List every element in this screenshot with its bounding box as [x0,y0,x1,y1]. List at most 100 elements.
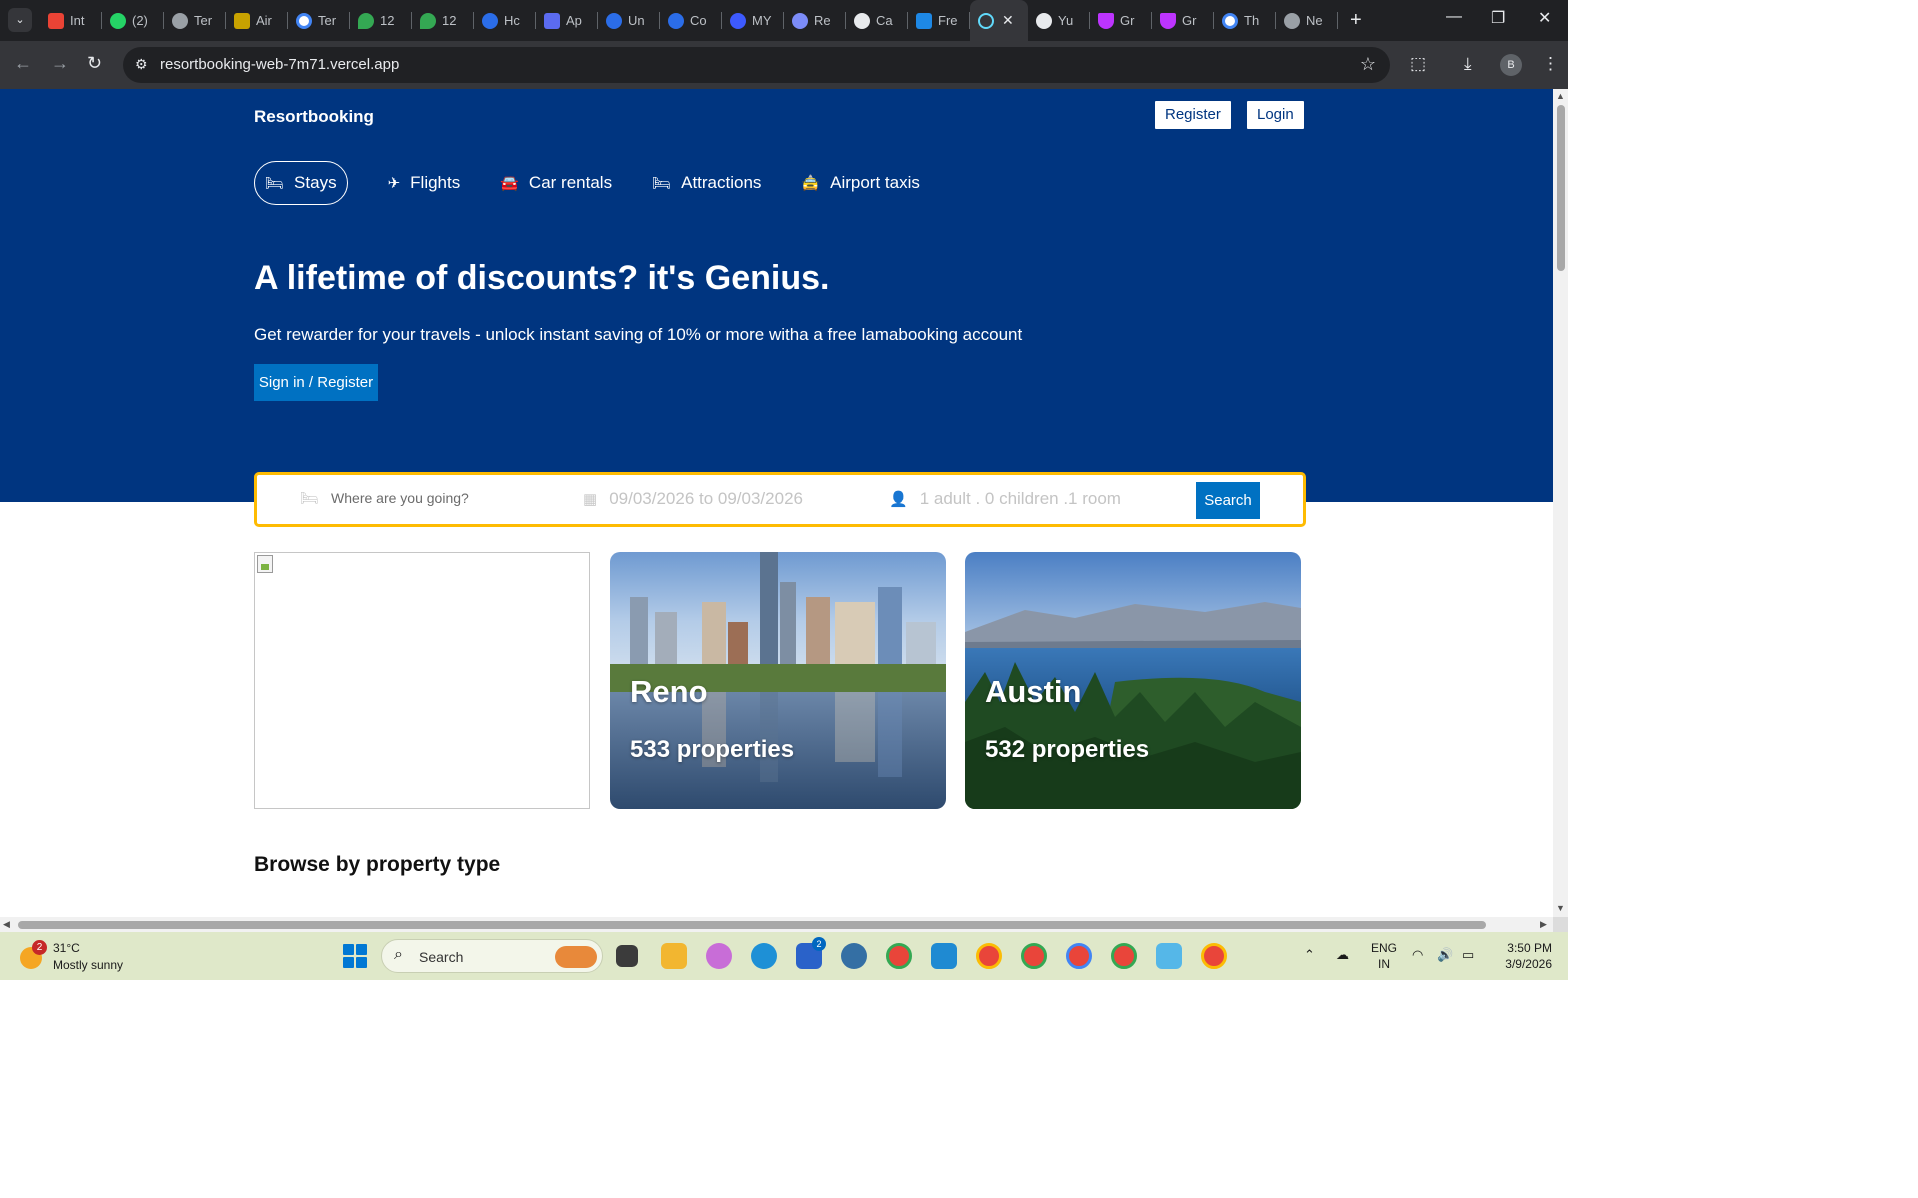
chrome-icon[interactable] [1066,943,1092,969]
onedrive-icon[interactable]: ☁ [1336,947,1349,963]
restore-icon[interactable]: ❐ [1491,8,1505,28]
scroll-down-arrow[interactable]: ▼ [1556,903,1565,913]
tab[interactable]: Th [1214,0,1276,41]
start-button[interactable] [343,944,367,968]
destination-search[interactable]: 🛏 Where are you going? [300,489,469,507]
hero-title: A lifetime of discounts? it's Genius. [254,259,830,297]
menu-icon[interactable]: ⋮ [1542,54,1559,74]
taxi-icon: 🚖 [801,175,821,192]
tab[interactable]: Hc [474,0,536,41]
bookmark-star-icon[interactable]: ☆ [1360,54,1376,75]
tab[interactable]: Ca [846,0,908,41]
tab[interactable]: Ne [1276,0,1338,41]
chrome-icon[interactable] [1201,943,1227,969]
nav-item-flights[interactable]: ✈ Flights [376,161,473,205]
tray-chevron-icon[interactable]: ⌃ [1304,947,1315,963]
featured-item-broken-image[interactable] [254,552,590,809]
tab[interactable]: 12 [412,0,474,41]
scroll-left-arrow[interactable]: ◀ [3,919,10,930]
scrollbar-thumb[interactable] [18,921,1486,929]
tab[interactable]: Gr [1090,0,1152,41]
tab[interactable]: Gr [1152,0,1214,41]
guests-text[interactable]: 1 adult . 0 children .1 room [920,489,1121,509]
volume-icon[interactable]: 🔊 [1437,947,1453,963]
minimize-icon[interactable]: — [1446,8,1462,26]
chrome-icon[interactable] [886,943,912,969]
featured-city-title: Austin [985,674,1082,709]
tab[interactable]: Fre [908,0,970,41]
reload-icon[interactable]: ↻ [87,53,102,74]
nav-item-stays[interactable]: 🛏 Stays [254,161,348,205]
tab[interactable]: MY [722,0,784,41]
profile-avatar[interactable]: B [1500,54,1522,76]
person-icon: 👤 [889,491,908,508]
tab[interactable]: Ter [288,0,350,41]
forward-icon[interactable]: → [51,53,69,74]
postgres-icon[interactable] [841,943,867,969]
extensions-icon[interactable]: ⬚ [1410,54,1426,74]
header-list: 🛏 Stays ✈ Flights 🚘 Car rentals 🛏 Attrac… [254,161,948,205]
back-icon[interactable]: ← [14,53,32,74]
tab-search-button[interactable]: ⌄ [8,8,32,32]
date-range-text[interactable]: 09/03/2026 to 09/03/2026 [609,489,803,509]
maps-pin-icon [358,12,374,29]
tab[interactable]: Un [598,0,660,41]
download-icon[interactable]: ⤓ [1464,54,1472,74]
site-info-icon[interactable]: ⚙ [135,56,148,73]
tab[interactable]: 12 [350,0,412,41]
battery-icon[interactable]: ▭ [1462,947,1474,963]
scrollbar-thumb[interactable] [1557,105,1565,271]
plane-icon: ✈ [387,175,401,192]
search-button[interactable]: Search [1196,482,1260,519]
featured-item-reno[interactable]: Reno 533 properties [610,552,946,809]
chrome-icon[interactable] [1021,943,1047,969]
url-text[interactable]: resortbooking-web-7m71.vercel.app [160,56,399,73]
store-badge: 2 [812,937,826,951]
tab[interactable]: Ter [164,0,226,41]
login-button[interactable]: Login [1247,101,1304,129]
date-picker[interactable]: ▦ 09/03/2026 to 09/03/2026 [583,489,803,509]
brand-logo[interactable]: Resortbooking [254,107,374,127]
featured-property-count: 532 properties [985,736,1150,763]
page-viewport: Resortbooking Register Login 🛏 Stays ✈ F… [0,89,1553,917]
task-view-icon[interactable] [616,945,638,967]
guest-options[interactable]: 👤 1 adult . 0 children .1 room [889,489,1121,509]
address-bar[interactable]: ⚙ resortbooking-web-7m71.vercel.app ☆ [123,47,1390,83]
taskbar-search[interactable]: ⌕ Search [381,939,603,973]
chrome-icon[interactable] [1111,943,1137,969]
nav-item-attractions[interactable]: 🛏 Attractions [640,161,773,205]
tab-active[interactable]: ✕ [970,0,1028,41]
chrome-icon[interactable] [976,943,1002,969]
scroll-up-arrow[interactable]: ▲ [1556,91,1565,101]
tab[interactable]: Int [40,0,102,41]
scroll-right-arrow[interactable]: ▶ [1540,919,1547,930]
wifi-icon[interactable]: ◠ [1412,947,1423,963]
copilot-icon[interactable] [706,943,732,969]
language-indicator[interactable]: ENG IN [1371,940,1397,972]
file-explorer-icon[interactable] [661,943,687,969]
destination-input[interactable]: Where are you going? [331,490,469,506]
tab[interactable]: (2) [102,0,164,41]
clock[interactable]: 3:50 PM 3/9/2026 [1497,940,1552,972]
tab[interactable]: Air [226,0,288,41]
horizontal-scrollbar[interactable]: ◀ ▶ [0,917,1553,932]
tab[interactable]: Re [784,0,846,41]
nav-item-car-rentals[interactable]: 🚘 Car rentals [488,161,624,205]
register-button[interactable]: Register [1155,101,1231,129]
time-text: 3:50 PM [1507,941,1552,955]
tab[interactable]: Yu [1028,0,1090,41]
featured-item-austin[interactable]: Austin 532 properties [965,552,1301,809]
sign-in-register-button[interactable]: Sign in / Register [254,364,378,401]
edge-icon[interactable] [751,943,777,969]
new-tab-button[interactable]: + [1350,9,1362,31]
tab[interactable]: Co [660,0,722,41]
close-icon[interactable]: ✕ [1002,12,1014,29]
window-close-icon[interactable]: ✕ [1538,8,1551,28]
vertical-scrollbar[interactable]: ▲ ▼ [1553,89,1568,917]
paint-icon[interactable] [1156,943,1182,969]
gmail-icon [48,12,64,29]
tab[interactable]: Ap [536,0,598,41]
vscode-icon[interactable] [931,943,957,969]
whatsapp-icon [110,12,126,29]
nav-item-airport-taxis[interactable]: 🚖 Airport taxis [789,161,931,205]
